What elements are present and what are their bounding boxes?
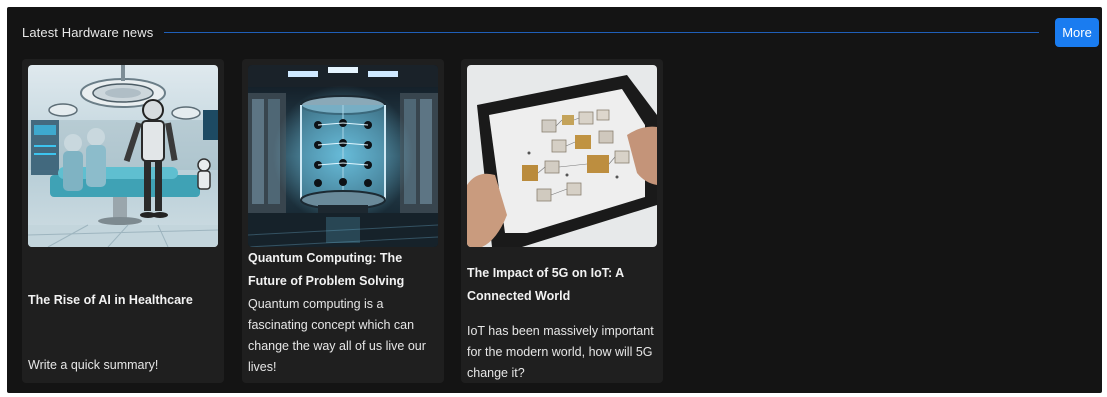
card-summary: IoT has been massively important for the… [467, 324, 654, 380]
hardware-news-panel: Latest Hardware news More The Rise of AI… [7, 7, 1102, 393]
card-summary: Write a quick summary! [28, 358, 159, 372]
card-title[interactable]: Quantum Computing: The Future of Problem… [248, 247, 438, 293]
more-button[interactable]: More [1055, 18, 1099, 47]
card-title[interactable]: The Impact of 5G on IoT: A Connected Wor… [467, 262, 657, 308]
section-title: Latest Hardware news [22, 25, 154, 40]
header-divider [164, 32, 1039, 33]
robot-surgery-image[interactable] [28, 65, 218, 247]
card-summary: Quantum computing is a fascinating conce… [248, 297, 426, 374]
quantum-computer-image[interactable] [248, 65, 438, 247]
news-card-quantum-computing[interactable]: Quantum Computing: The Future of Problem… [242, 59, 444, 383]
tablet-image[interactable] [467, 65, 657, 247]
news-card-ai-healthcare[interactable]: The Rise of AI in Healthcare Write a qui… [22, 59, 224, 383]
card-title[interactable]: The Rise of AI in Healthcare [28, 289, 218, 312]
news-card-5g-iot[interactable]: The Impact of 5G on IoT: A Connected Wor… [461, 59, 663, 383]
